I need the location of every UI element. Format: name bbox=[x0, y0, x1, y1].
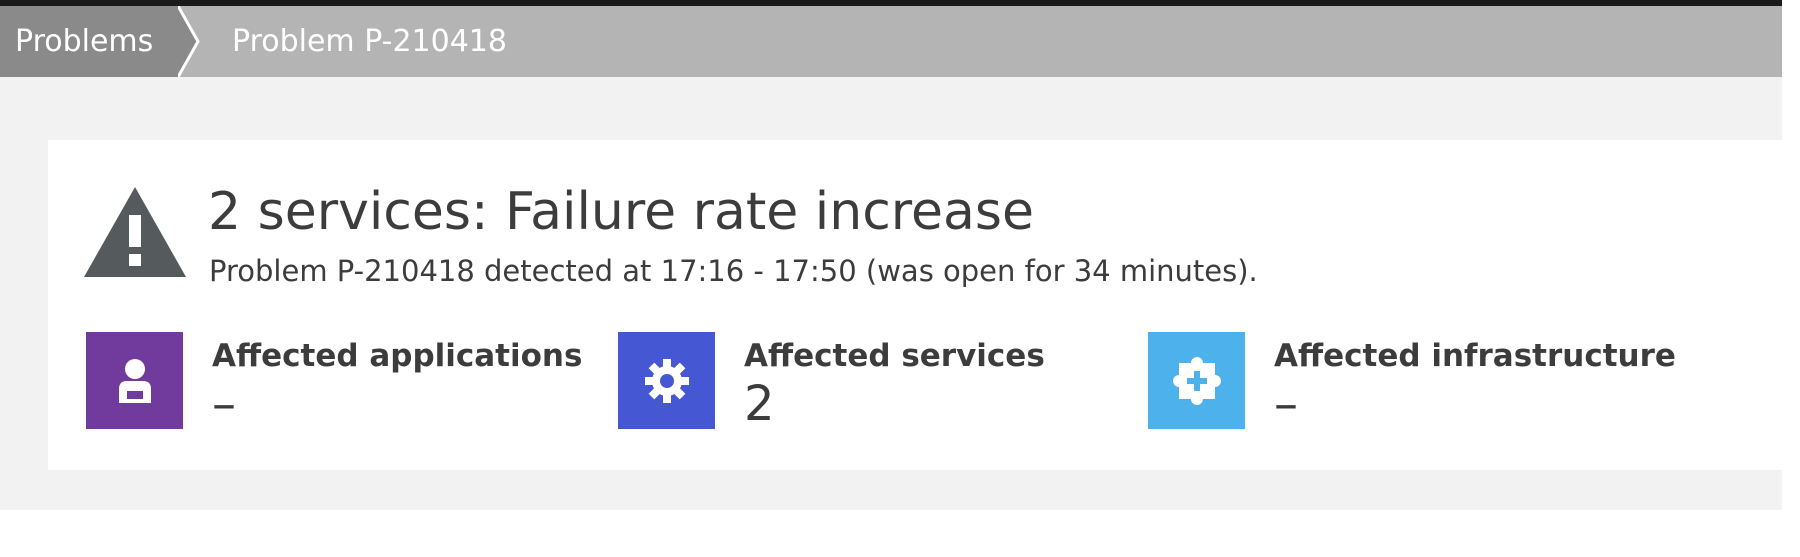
affected-services-label: Affected services bbox=[744, 338, 1045, 374]
affected-applications-count: – bbox=[212, 376, 236, 432]
user-icon bbox=[86, 332, 183, 429]
affected-infrastructure-count: – bbox=[1274, 376, 1298, 432]
affected-infrastructure-tile[interactable]: Affected infrastructure – bbox=[1148, 332, 1676, 432]
affected-applications-label: Affected applications bbox=[212, 338, 583, 374]
problem-page: Problems Problem P-210418 2 services: Fa… bbox=[0, 0, 1782, 510]
affected-infrastructure-label: Affected infrastructure bbox=[1274, 338, 1676, 374]
affected-services-count: 2 bbox=[744, 376, 775, 432]
affected-services-tile[interactable]: Affected services 2 bbox=[618, 332, 1058, 432]
gear-icon bbox=[618, 332, 715, 429]
puzzle-plus-icon bbox=[1148, 332, 1245, 429]
problem-detection-info: Problem P-210418 detected at 17:16 - 17:… bbox=[209, 254, 1258, 288]
breadcrumb-problems-link[interactable]: Problems bbox=[0, 6, 198, 77]
warning-triangle-icon bbox=[84, 187, 186, 277]
problem-title: 2 services: Failure rate increase bbox=[208, 182, 1034, 242]
breadcrumb: Problems Problem P-210418 bbox=[0, 6, 1782, 77]
problem-summary-card: 2 services: Failure rate increase Proble… bbox=[48, 140, 1782, 470]
breadcrumb-current: Problem P-210418 bbox=[232, 24, 507, 59]
affected-applications-tile[interactable]: Affected applications – bbox=[86, 332, 582, 432]
breadcrumb-separator-icon bbox=[178, 6, 200, 77]
